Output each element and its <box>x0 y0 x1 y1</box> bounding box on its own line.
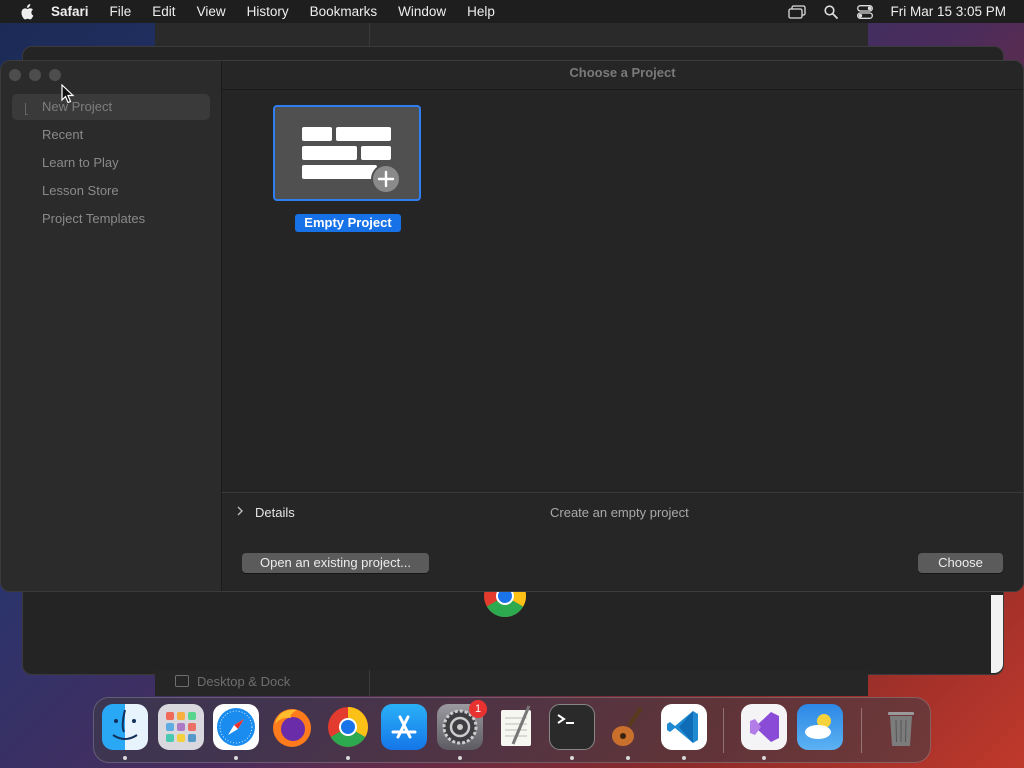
sidebar-item-lesson-store[interactable]: Lesson Store <box>12 178 210 204</box>
chrome-logo-peek <box>483 590 527 618</box>
dock-trash-icon[interactable] <box>878 704 924 750</box>
sidebar-item-new-project[interactable]: New Project <box>12 94 210 120</box>
dock-running-indicator <box>570 756 574 760</box>
menubar-clock[interactable]: Fri Mar 15 3:05 PM <box>890 4 1006 19</box>
dock-vscode-icon[interactable] <box>661 704 707 750</box>
sidebar-item-project-templates[interactable]: Project Templates <box>12 206 210 232</box>
notification-badge: 1 <box>469 700 487 718</box>
dock-launchpad-icon[interactable] <box>158 704 204 750</box>
dock-app-store-icon[interactable] <box>381 704 427 750</box>
dock-terminal-icon[interactable] <box>549 704 595 750</box>
window-controls <box>9 69 69 81</box>
dock-garageband-icon[interactable] <box>605 704 651 750</box>
empty-project-template[interactable] <box>273 105 421 201</box>
sidebar-item-recent[interactable]: Recent <box>12 122 210 148</box>
apple-menu-icon[interactable] <box>19 3 35 20</box>
dialog-title: Choose a Project <box>222 61 1023 90</box>
dock-running-indicator <box>346 756 350 760</box>
choose-project-dialog: New Project Recent Learn to Play Lesson … <box>0 60 1024 592</box>
chevron-right-icon[interactable] <box>235 506 245 516</box>
dock-safari-icon[interactable] <box>213 704 259 750</box>
dock-chrome-icon[interactable] <box>325 704 371 750</box>
mouse-cursor-icon <box>61 84 75 104</box>
minimize-window-button[interactable] <box>29 69 41 81</box>
dock-separator <box>861 708 862 753</box>
details-label[interactable]: Details <box>255 505 295 520</box>
dock-running-indicator <box>234 756 238 760</box>
menu-view[interactable]: View <box>197 4 226 19</box>
template-grid: Empty Project <box>222 90 1023 492</box>
sidebar-item-learn-to-play[interactable]: Learn to Play <box>12 150 210 176</box>
empty-project-label[interactable]: Empty Project <box>295 214 401 232</box>
control-center-icon[interactable] <box>856 3 874 21</box>
screen-mirroring-icon[interactable] <box>788 3 807 21</box>
menu-file[interactable]: File <box>110 4 132 19</box>
dock-running-indicator <box>123 756 127 760</box>
desktop-dock-icon <box>175 675 189 687</box>
dock: 1 <box>93 697 931 763</box>
details-disclosure[interactable]: Details Create an empty project <box>222 492 1023 534</box>
menu-bar: Safari File Edit View History Bookmarks … <box>0 0 1024 23</box>
dock-running-indicator <box>626 756 630 760</box>
dock-running-indicator <box>762 756 766 760</box>
dock-textedit-icon[interactable] <box>493 704 539 750</box>
empty-project-icon <box>302 127 401 194</box>
spotlight-search-icon[interactable] <box>822 3 840 21</box>
dock-running-indicator <box>682 756 686 760</box>
menu-help[interactable]: Help <box>467 4 495 19</box>
close-window-button[interactable] <box>9 69 21 81</box>
project-sidebar: New Project Recent Learn to Play Lesson … <box>1 61 222 591</box>
settings-row-label: Desktop & Dock <box>197 674 291 689</box>
background-settings-row: Desktop & Dock <box>155 670 868 696</box>
dock-weather-icon[interactable] <box>797 704 843 750</box>
menu-bookmarks[interactable]: Bookmarks <box>310 4 378 19</box>
menu-history[interactable]: History <box>247 4 289 19</box>
dock-system-settings-icon[interactable]: 1 <box>437 700 487 750</box>
background-window-titlebar <box>155 23 868 47</box>
choose-button[interactable]: Choose <box>918 553 1003 573</box>
menu-window[interactable]: Window <box>398 4 446 19</box>
open-existing-project-button[interactable]: Open an existing project... <box>242 553 429 573</box>
dock-visual-studio-icon[interactable] <box>741 704 787 750</box>
menu-app-name[interactable]: Safari <box>51 4 89 19</box>
dock-separator <box>723 708 724 753</box>
dock-running-indicator <box>458 756 462 760</box>
dock-firefox-icon[interactable] <box>269 704 315 750</box>
dialog-footer: Open an existing project... Choose <box>222 533 1023 591</box>
dock-finder-icon[interactable] <box>102 704 148 750</box>
new-project-icon <box>25 103 28 115</box>
menu-edit[interactable]: Edit <box>152 4 175 19</box>
zoom-window-button[interactable] <box>49 69 61 81</box>
details-description: Create an empty project <box>550 505 689 520</box>
